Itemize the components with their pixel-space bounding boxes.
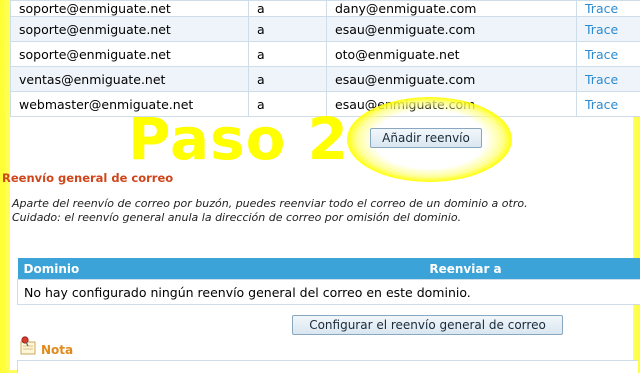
table-row: soporte@enmiguate.net a dany@enmiguate.c…	[11, 1, 640, 17]
forward-to: oto@enmiguate.net	[327, 42, 577, 67]
forward-from: soporte@enmiguate.net	[11, 42, 249, 67]
forward-from: ventas@enmiguate.net	[11, 67, 249, 92]
forward-separator: a	[249, 17, 327, 42]
section-description: Aparte del reenvío de correo por buzón, …	[12, 197, 528, 225]
trace-link[interactable]: Trace	[577, 17, 640, 42]
step-annotation: Paso 2	[128, 104, 349, 174]
forward-to: dany@enmiguate.com	[327, 1, 577, 17]
forwards-table: soporte@enmiguate.net a dany@enmiguate.c…	[10, 0, 640, 117]
trace-link[interactable]: Trace	[577, 92, 640, 117]
table-row: ventas@enmiguate.net a esau@enmiguate.co…	[11, 67, 640, 92]
table-row: soporte@enmiguate.net a oto@enmiguate.ne…	[11, 42, 640, 67]
empty-message: No hay configurado ningún reenvío genera…	[18, 280, 640, 305]
trace-link[interactable]: Trace	[577, 67, 640, 92]
forward-to: esau@enmiguate.com	[327, 17, 577, 42]
forward-from: soporte@enmiguate.net	[11, 1, 249, 17]
forward-to: esau@enmiguate.com	[327, 92, 577, 117]
table-row: soporte@enmiguate.net a esau@enmiguate.c…	[11, 17, 640, 42]
section-title: Reenvío general de correo	[2, 171, 173, 185]
table-row: No hay configurado ningún reenvío genera…	[18, 280, 640, 305]
forward-separator: a	[249, 1, 327, 17]
note-section: Nota	[18, 333, 73, 357]
general-forward-table: Dominio Reenviar a No hay configurado ni…	[17, 258, 640, 305]
configure-general-forward-button[interactable]: Configurar el reenvío general de correo	[292, 315, 563, 335]
note-box	[17, 360, 638, 373]
forward-separator: a	[249, 42, 327, 67]
trace-link[interactable]: Trace	[577, 1, 640, 17]
forward-separator: a	[249, 67, 327, 92]
column-header-domain[interactable]: Dominio	[18, 258, 286, 280]
note-pin-icon	[18, 335, 40, 357]
add-forward-button[interactable]: Añadir reenvío	[370, 128, 482, 148]
trace-link[interactable]: Trace	[577, 42, 640, 67]
description-line: Aparte del reenvío de correo por buzón, …	[12, 197, 528, 211]
column-header-forward-to[interactable]: Reenviar a	[286, 258, 640, 280]
forward-from: soporte@enmiguate.net	[11, 17, 249, 42]
table-header-row: Dominio Reenviar a	[18, 258, 640, 280]
forward-to: esau@enmiguate.com	[327, 67, 577, 92]
note-title: Nota	[41, 343, 73, 357]
description-line: Cuidado: el reenvío general anula la dir…	[12, 211, 528, 225]
